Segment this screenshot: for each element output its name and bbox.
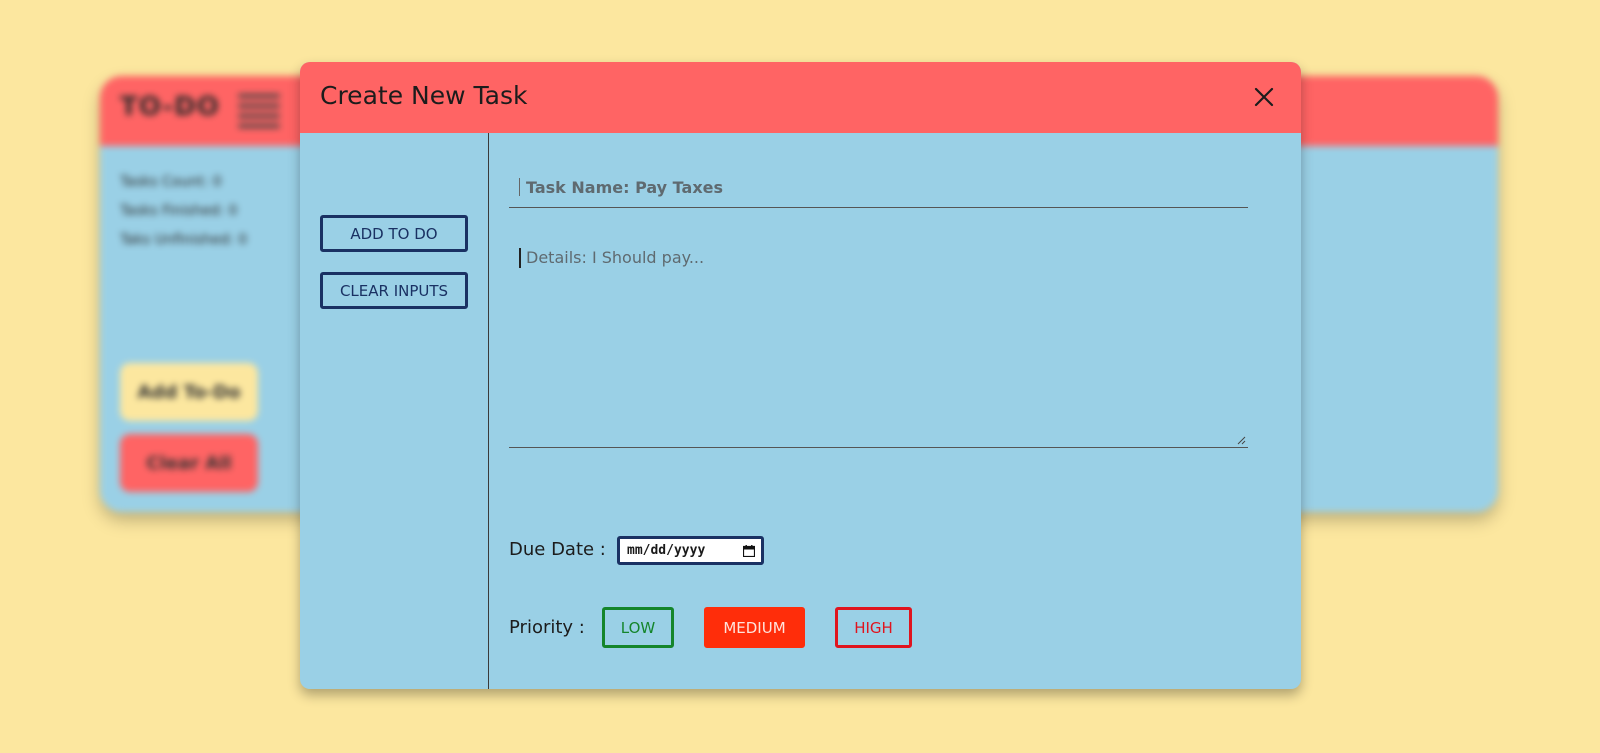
modal-title: Create New Task	[320, 81, 528, 110]
tasks-count: Tasks Count: 0	[120, 174, 222, 190]
priority-medium-button[interactable]: MEDIUM	[704, 607, 805, 648]
priority-label: Priority :	[509, 617, 585, 638]
details-placeholder: Details: I Should pay...	[526, 248, 705, 267]
priority-high-button[interactable]: HIGH	[835, 607, 912, 648]
modal-header: Create New Task	[300, 62, 1301, 133]
background-app-title: TO-DO	[120, 92, 220, 122]
task-name-placeholder: Task Name: Pay Taxes	[526, 178, 724, 197]
resize-handle-icon[interactable]	[1237, 436, 1246, 445]
background-stats: Tasks Count: 0 Tasks Finished: 0 Taks Un…	[120, 168, 247, 255]
details-textarea[interactable]: Details: I Should pay...	[509, 236, 1248, 448]
priority-low-button[interactable]: LOW	[602, 607, 674, 648]
text-caret	[519, 178, 520, 196]
tasks-finished: Tasks Finished: 0	[120, 203, 238, 219]
background-add-todo-button: Add To-Do	[120, 363, 258, 421]
background-clear-all-button: Clear All	[120, 434, 258, 492]
due-date-label: Due Date :	[509, 539, 606, 560]
task-name-input[interactable]: Task Name: Pay Taxes	[509, 168, 1248, 208]
add-to-do-button[interactable]: ADD TO DO	[320, 215, 468, 252]
clear-inputs-button[interactable]: CLEAR INPUTS	[320, 272, 468, 309]
close-icon[interactable]	[1251, 84, 1277, 110]
text-caret	[519, 248, 521, 268]
due-date-placeholder: mm/dd/yyyy	[627, 543, 706, 558]
calendar-icon[interactable]	[743, 545, 755, 557]
due-date-input[interactable]: mm/dd/yyyy	[617, 536, 764, 565]
tasks-unfinished: Taks Unfinished: 0	[120, 232, 248, 248]
modal-sidebar: ADD TO DO CLEAR INPUTS	[300, 133, 489, 689]
list-icon	[238, 92, 280, 130]
